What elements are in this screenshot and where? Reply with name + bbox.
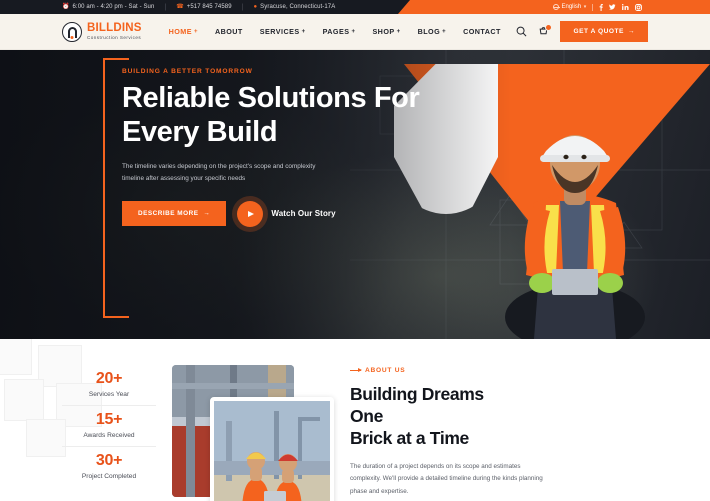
about-title: Building Dreams One Brick at a Time [350,383,670,449]
stat-number: 15+ [95,411,123,428]
chevron-down-icon: + [442,28,447,35]
nav-item-home[interactable]: HOME + [169,27,198,36]
nav-item-services[interactable]: SERVICES + [260,27,306,36]
twitter-icon[interactable] [609,4,616,10]
nav-item-label: SERVICES [259,27,300,36]
about-description: The duration of a project depends on its… [350,463,543,495]
topbar-separator: | [241,3,244,11]
nav-item-about[interactable]: ABOUT [215,27,243,36]
globe-icon [553,4,560,10]
nav-item-shop[interactable]: SHOP + [372,27,400,36]
topbar-hours: ⏰ 6:00 am - 4:20 pm - Sat - Sun [62,4,154,10]
stat-item: 30+ Project Completed [62,446,156,487]
arrow-right-icon: → [203,210,211,218]
play-icon [237,200,264,227]
header-actions: GET A QUOTE → [516,21,648,42]
topbar-contact-group: ⏰ 6:00 am - 4:20 pm - Sat - Sun | ☎ +517… [62,4,335,11]
hero-description: The timeline varies depending on the pro… [122,163,316,183]
topbar-address-text: Syracuse, Connecticut-17A [260,4,336,10]
about-title-line-2: One [350,406,383,427]
hero-content-wrapper: BUILDING A BETTER TOMORROW Reliable Solu… [0,50,710,318]
chevron-down-icon: + [351,28,356,35]
topbar-hours-text: 6:00 am - 4:20 pm - Sat - Sun [72,4,155,10]
nav-item-label: BLOG [417,27,441,36]
linkedin-icon[interactable] [622,4,629,10]
about-layout-grid: 20+ Services Year 15+ Awards Received 30… [0,339,710,501]
instagram-icon[interactable] [635,3,642,11]
chevron-down-icon: + [194,28,198,35]
nav-item-label: SHOP [372,27,395,36]
chevron-down-icon: ▾ [583,4,587,10]
landing-page: ⏰ 6:00 am - 4:20 pm - Sat - Sun | ☎ +517… [0,0,710,501]
hero-title: Reliable Solutions For Every Build [122,82,432,149]
search-icon[interactable] [516,26,527,37]
nav-item-label: PAGES [322,27,350,36]
top-info-bar: ⏰ 6:00 am - 4:20 pm - Sat - Sun | ☎ +517… [0,0,710,14]
stat-item: 15+ Awards Received [62,405,156,446]
site-logo[interactable]: BILLDINS Construction Services [62,21,142,42]
topbar-divider [592,3,593,11]
play-triangle-shape [248,210,255,217]
topbar-phone[interactable]: ☎ +517 845 74589 [176,4,231,10]
location-pin-icon: ● [253,4,258,10]
nav-item-label: HOME [168,27,192,36]
main-navigation: HOME + ABOUT SERVICES + PAGES + SHOP + B… [169,27,501,36]
watch-our-story-label: Watch Our Story [271,209,336,219]
shopping-cart-icon[interactable] [538,24,553,37]
about-eyebrow-label: ABOUT US [365,367,406,374]
watch-our-story-button[interactable]: Watch Our Story [237,200,336,227]
stat-label: Services Year [88,391,130,398]
about-eyebrow: ABOUT US [350,367,670,374]
get-a-quote-label: GET A QUOTE [573,28,624,35]
stat-item: 20+ Services Year [62,365,156,405]
stat-label: Awards Received [83,432,135,439]
describe-more-button[interactable]: DESCRIBE MORE → [122,201,227,227]
about-text-column: ABOUT US Building Dreams One Brick at a … [350,365,710,501]
logo-dot-shape [70,35,74,39]
nav-item-pages[interactable]: PAGES + [323,27,356,36]
about-image-front [210,397,334,501]
hero-text-block: BUILDING A BETTER TOMORROW Reliable Solu… [103,56,710,227]
hero-section: BUILDING A BETTER TOMORROW Reliable Solu… [0,50,710,339]
hero-title-line-1: Reliable Solutions For [122,82,420,114]
social-links [599,3,642,11]
cart-count-badge [545,24,553,31]
about-title-line-3: Brick at a Time [350,428,469,449]
logo-tagline: Construction Services [87,34,142,40]
language-label: English [561,4,582,10]
stat-number: 20+ [95,370,123,387]
clock-icon: ⏰ [62,4,70,10]
arrow-right-icon: → [627,28,635,35]
arrow-right-icon [350,367,362,373]
stat-label: Project Completed [81,473,137,480]
topbar-utility-group: English ▾ [553,3,642,11]
hero-eyebrow: BUILDING A BETTER TOMORROW [122,68,253,75]
logo-text-block: BILLDINS Construction Services [87,21,142,41]
about-section: 20+ Services Year 15+ Awards Received 30… [0,339,710,501]
logo-mark-icon [62,21,82,42]
stat-number: 30+ [95,452,123,469]
nav-item-contact[interactable]: CONTACT [463,27,501,36]
chevron-down-icon: + [301,28,306,35]
stats-column: 20+ Services Year 15+ Awards Received 30… [62,365,156,501]
hero-title-line-2: Every Build [122,115,278,148]
nav-item-label: CONTACT [463,27,501,36]
hero-action-row: DESCRIBE MORE → Watch Our Story [122,200,710,227]
chevron-down-icon: + [396,28,401,35]
phone-icon: ☎ [176,4,184,10]
topbar-address: ● Syracuse, Connecticut-17A [254,4,336,10]
topbar-separator: | [164,3,167,11]
nav-item-blog[interactable]: BLOG + [418,27,447,36]
topbar-phone-text: +517 845 74589 [186,4,232,10]
about-title-line-1: Building Dreams [350,384,484,404]
language-selector[interactable]: English ▾ [553,4,586,10]
describe-more-label: DESCRIBE MORE [138,210,199,218]
get-a-quote-button[interactable]: GET A QUOTE → [560,21,648,42]
nav-item-label: ABOUT [214,27,243,36]
about-image-group [172,365,334,501]
site-header: BILLDINS Construction Services HOME + AB… [0,14,710,50]
facebook-icon[interactable] [599,3,603,11]
logo-name: BILLDINS [87,21,142,34]
